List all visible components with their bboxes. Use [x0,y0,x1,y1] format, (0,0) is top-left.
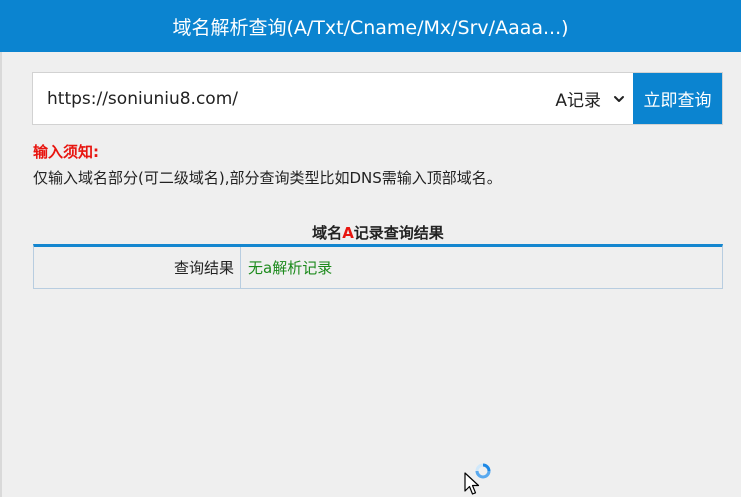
result-heading-suffix: 记录查询结果 [353,224,444,242]
busy-cursor-icon [464,463,491,495]
page-title-bar: 域名解析查询(A/Txt/Cname/Mx/Srv/Aaaa...) [0,0,741,52]
record-type-select[interactable]: A记录 [538,73,633,124]
window-left-border [0,0,2,497]
query-form: A记录 立即查询 [32,72,723,125]
result-label-cell: 查询结果 [34,247,241,288]
chevron-down-icon [614,95,624,102]
page-title: 域名解析查询(A/Txt/Cname/Mx/Srv/Aaaa...) [172,16,569,39]
domain-input[interactable] [33,73,533,124]
result-table: 查询结果 无a解析记录 [33,244,723,289]
result-label: 查询结果 [173,259,234,277]
notice-text: 仅输入域名部分(可二级域名),部分查询类型比如DNS需输入顶部域名。 [33,169,502,187]
result-heading-type: A [342,224,354,242]
result-heading: 域名A记录查询结果 [33,222,723,244]
notice-title: 输入须知: [33,143,99,161]
record-type-value: A记录 [555,91,601,111]
result-heading-prefix: 域名 [312,224,343,242]
result-value-cell: 无a解析记录 [241,247,722,288]
query-button[interactable]: 立即查询 [633,73,722,124]
result-value: 无a解析记录 [248,259,333,277]
